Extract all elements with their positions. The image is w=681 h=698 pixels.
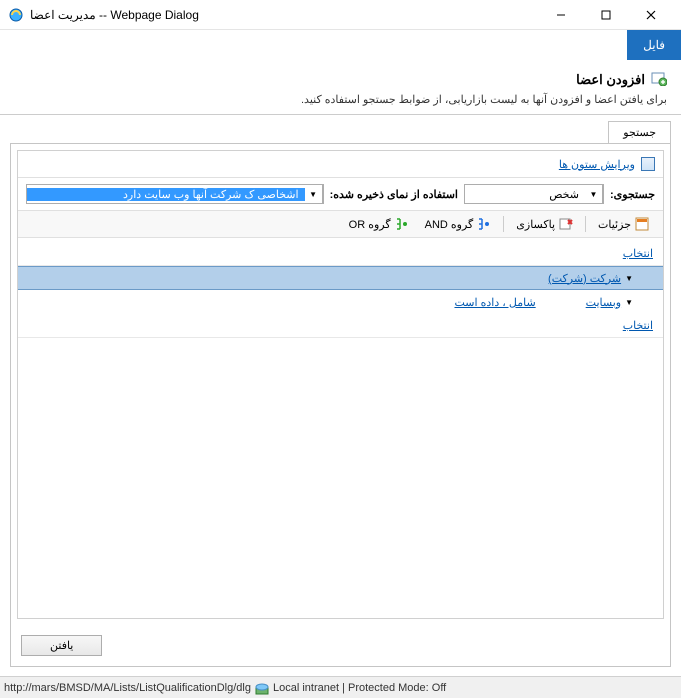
select-link[interactable]: انتخاب — [623, 319, 653, 332]
chevron-down-icon: ▼ — [625, 274, 633, 283]
menu-file[interactable]: فایل — [627, 30, 681, 60]
separator — [585, 216, 586, 232]
find-button[interactable]: یافتن — [21, 635, 102, 656]
window-titlebar: مدیریت اعضا -- Webpage Dialog — [0, 0, 681, 30]
page-title: افزودن اعضا — [576, 72, 645, 88]
group-or-button[interactable]: گروه OR — [343, 215, 415, 233]
content-panel: ویرایش ستون ها جستجوی: ▼ شخص استفاده از … — [10, 143, 671, 667]
status-bar: http://mars/BMSD/MA/Lists/ListQualificat… — [0, 676, 681, 698]
page-description: برای یافتن اعضا و افزودن آنها به لیست با… — [14, 93, 667, 106]
minimize-button[interactable] — [538, 1, 583, 29]
footer-buttons: یافتن — [11, 625, 670, 666]
tab-row: جستجو — [0, 115, 681, 143]
menubar: فایل — [0, 30, 681, 60]
edit-columns-link[interactable]: ویرایش ستون ها — [559, 158, 635, 171]
field-row: ▼ وبسایت شامل ، داده است — [18, 290, 663, 314]
status-url: http://mars/BMSD/MA/Lists/ListQualificat… — [4, 682, 251, 694]
search-for-label: جستجوی: — [610, 188, 655, 201]
group-and-icon — [477, 217, 491, 231]
maximize-button[interactable] — [583, 1, 628, 29]
close-button[interactable] — [628, 1, 673, 29]
clear-button[interactable]: پاکسازی — [510, 215, 579, 233]
chevron-down-icon: ▼ — [625, 298, 633, 307]
zone-icon — [255, 681, 269, 695]
saved-view-label: استفاده از نمای ذخیره شده: — [330, 188, 458, 201]
separator — [503, 216, 504, 232]
group-or-icon — [395, 217, 409, 231]
details-button[interactable]: جزئیات — [592, 215, 655, 233]
group-and-button[interactable]: گروه AND — [419, 215, 498, 233]
clear-icon — [559, 217, 573, 231]
select-link[interactable]: انتخاب — [623, 247, 653, 260]
criteria-area: انتخاب ▼ شرکت (شرکت) ▼ وبسایت شامل ، داد… — [18, 238, 663, 618]
field-link[interactable]: وبسایت — [586, 296, 621, 309]
details-icon — [635, 217, 649, 231]
status-zone: Local intranet | Protected Mode: Off — [273, 682, 446, 694]
header: افزودن اعضا برای یافتن اعضا و افزودن آنه… — [0, 60, 681, 115]
search-for-select[interactable]: ▼ شخص — [464, 184, 604, 204]
chevron-down-icon[interactable]: ▼ — [305, 185, 323, 203]
entity-row[interactable]: ▼ شرکت (شرکت) — [18, 266, 663, 290]
operator-link[interactable]: شامل ، داده است — [454, 296, 535, 309]
window-title: مدیریت اعضا -- Webpage Dialog — [30, 8, 199, 22]
saved-view-select[interactable]: ▼ اشخاصی ک شرکت آنها وب سایت دارد — [26, 184, 324, 204]
criteria-toolbar: جزئیات پاکسازی گروه AND گروه OR — [18, 211, 663, 238]
grid-icon — [641, 157, 655, 171]
search-for-value: شخص — [543, 188, 585, 201]
entity-link[interactable]: شرکت (شرکت) — [548, 272, 621, 285]
tab-search[interactable]: جستجو — [608, 121, 671, 143]
add-members-icon — [651, 70, 667, 89]
saved-view-value: اشخاصی ک شرکت آنها وب سایت دارد — [27, 188, 305, 201]
ie-icon — [8, 7, 24, 23]
chevron-down-icon[interactable]: ▼ — [585, 185, 603, 203]
